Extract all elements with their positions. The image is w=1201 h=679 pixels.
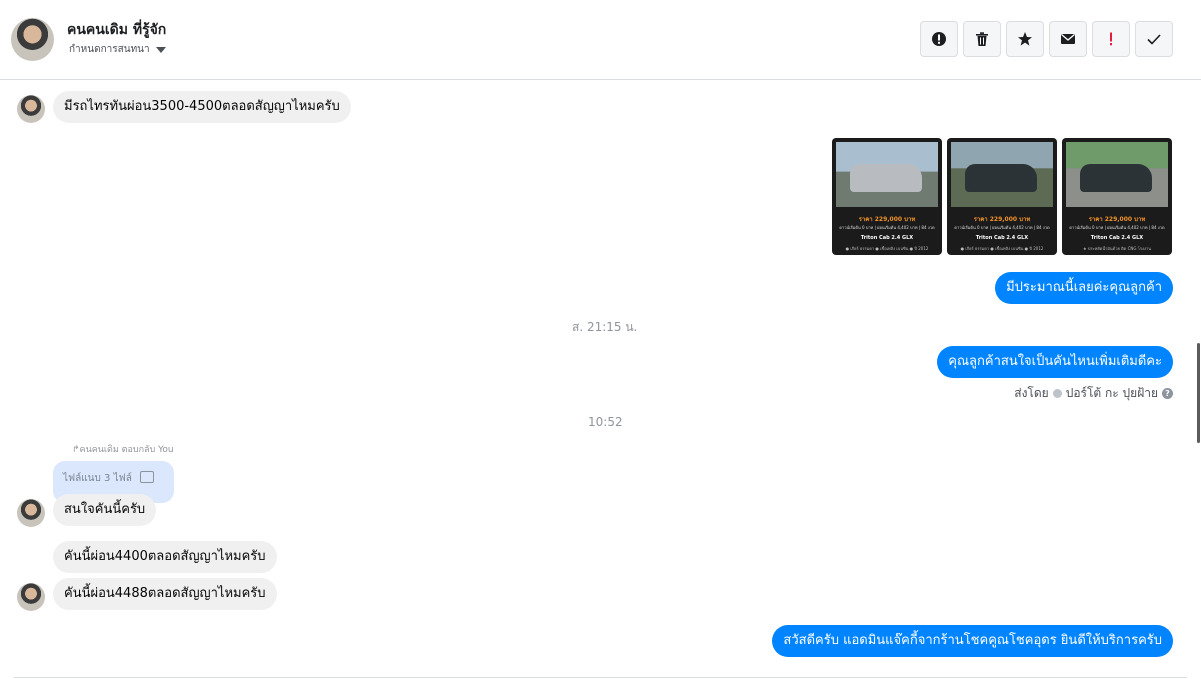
check-icon (1147, 34, 1161, 45)
help-icon[interactable]: ? (1162, 388, 1173, 399)
mark-done-button[interactable] (1135, 21, 1173, 57)
sent-by-name[interactable]: ปอร์โต้ กะ ปุยฝ้าย (1066, 384, 1158, 403)
timestamp: ส. 21:15 น. (572, 320, 638, 334)
outgoing-message[interactable]: คุณลูกค้าสนใจเป็นคันไหนเพิ่มเติมดีคะ (937, 346, 1173, 378)
incoming-message[interactable]: สนใจคันนี้ครับ (53, 494, 157, 526)
image-icon (139, 471, 154, 483)
check-circle-icon (1052, 389, 1062, 398)
incoming-message[interactable]: คันนี้ผ่อน4488ตลอดสัญญาไหมครับ (53, 578, 277, 610)
mark-unread-button[interactable] (1049, 21, 1087, 57)
star-icon (1018, 32, 1032, 46)
reply-arrow-icon: ↱ (72, 445, 80, 455)
car-photo (1066, 142, 1168, 207)
outgoing-message[interactable]: มีประมาณนี้เลยค่ะคุณลูกค้า (995, 272, 1173, 304)
contact-name[interactable]: คนคนเดิม ที่รู้จัก (67, 19, 166, 41)
trash-icon (976, 32, 988, 46)
car-price: ราคา 229,000 บาท (1088, 216, 1146, 223)
sender-avatar[interactable] (17, 95, 45, 123)
spam-button[interactable] (1092, 21, 1130, 57)
spam-icon (1110, 32, 1112, 46)
image-attachments: ราคา 229,000 บาท ดาวน์เริ่มต้น 0 บาท | ผ… (832, 138, 1172, 255)
caret-down-icon (155, 46, 166, 53)
car-specs: ★ ประหยัดน้ำมันด้วย ติด CNG โรงงาน (1083, 246, 1151, 251)
action-toolbar (920, 21, 1173, 57)
car-specs: ● เกียร์ ธรรมดา ● เชื้อเพลิง เบนซิน ● ปี… (960, 246, 1044, 251)
car-price: ราคา 229,000 บาท (858, 216, 916, 223)
reply-note: ↱คนคนเดิม ตอบกลับ You (72, 442, 174, 456)
car-finance: ดาวน์เริ่มต้น 0 บาท | ผ่อนเริ่มต้น 4,402… (954, 225, 1050, 230)
car-model: Triton Cab 2.4 GLX (860, 235, 914, 241)
sent-by-prefix: ส่งโดย (1014, 386, 1049, 400)
sender-avatar[interactable] (17, 499, 45, 527)
scrollbar-thumb[interactable] (1197, 343, 1200, 443)
car-finance: ดาวน์เริ่มต้น 0 บาท | ผ่อนเริ่มต้น 4,402… (839, 225, 935, 230)
incoming-message[interactable]: มีรถไทรทันผ่อน3500-4500ตลอดสัญญาไหมครับ (53, 91, 351, 123)
contact-avatar[interactable] (11, 18, 54, 61)
timestamp: 10:52 (588, 415, 623, 429)
star-button[interactable] (1006, 21, 1044, 57)
delete-button[interactable] (963, 21, 1001, 57)
incoming-message[interactable]: คันนี้ผ่อน4400ตลอดสัญญาไหมครับ (53, 541, 277, 573)
car-image[interactable]: ราคา 229,000 บาท ดาวน์เริ่มต้น 0 บาท | ผ… (1062, 138, 1172, 255)
car-price: ราคา 229,000 บาท (973, 216, 1031, 223)
sent-by-line: ส่งโดย ปอร์โต้ กะ ปุยฝ้าย ? (1014, 384, 1173, 403)
reply-note-text: คนคนเดิม ตอบกลับ You (79, 445, 174, 455)
conversation-header: คนคนเดิม ที่รู้จัก กำหนดการสนทนา (0, 0, 1201, 80)
composer-divider (14, 677, 1187, 678)
important-icon (932, 32, 946, 46)
car-finance: ดาวน์เริ่มต้น 0 บาท | ผ่อนเริ่มต้น 4,402… (1069, 225, 1165, 230)
attachment-label: ไฟล์แนบ 3 ไฟล์ (63, 473, 132, 484)
car-photo (951, 142, 1053, 207)
outgoing-message[interactable]: สวัสดีครับ แอดมินแจ๊คกี้จากร้านโชคคูณโชค… (772, 625, 1173, 657)
car-photo (836, 142, 938, 207)
mark-important-button[interactable] (920, 21, 958, 57)
car-specs: ● เกียร์ ธรรมดา ● เชื้อเพลิง เบนซิน ● ปี… (845, 246, 929, 251)
envelope-icon (1061, 34, 1075, 44)
car-image[interactable]: ราคา 229,000 บาท ดาวน์เริ่มต้น 0 บาท | ผ… (832, 138, 942, 255)
conversation-label-text: กำหนดการสนทนา (69, 44, 150, 55)
sender-avatar[interactable] (17, 583, 45, 611)
car-image[interactable]: ราคา 229,000 บาท ดาวน์เริ่มต้น 0 บาท | ผ… (947, 138, 1057, 255)
car-model: Triton Cab 2.4 GLX (1090, 235, 1144, 241)
car-model: Triton Cab 2.4 GLX (975, 235, 1029, 241)
conversation-label-dropdown[interactable]: กำหนดการสนทนา (69, 42, 166, 57)
